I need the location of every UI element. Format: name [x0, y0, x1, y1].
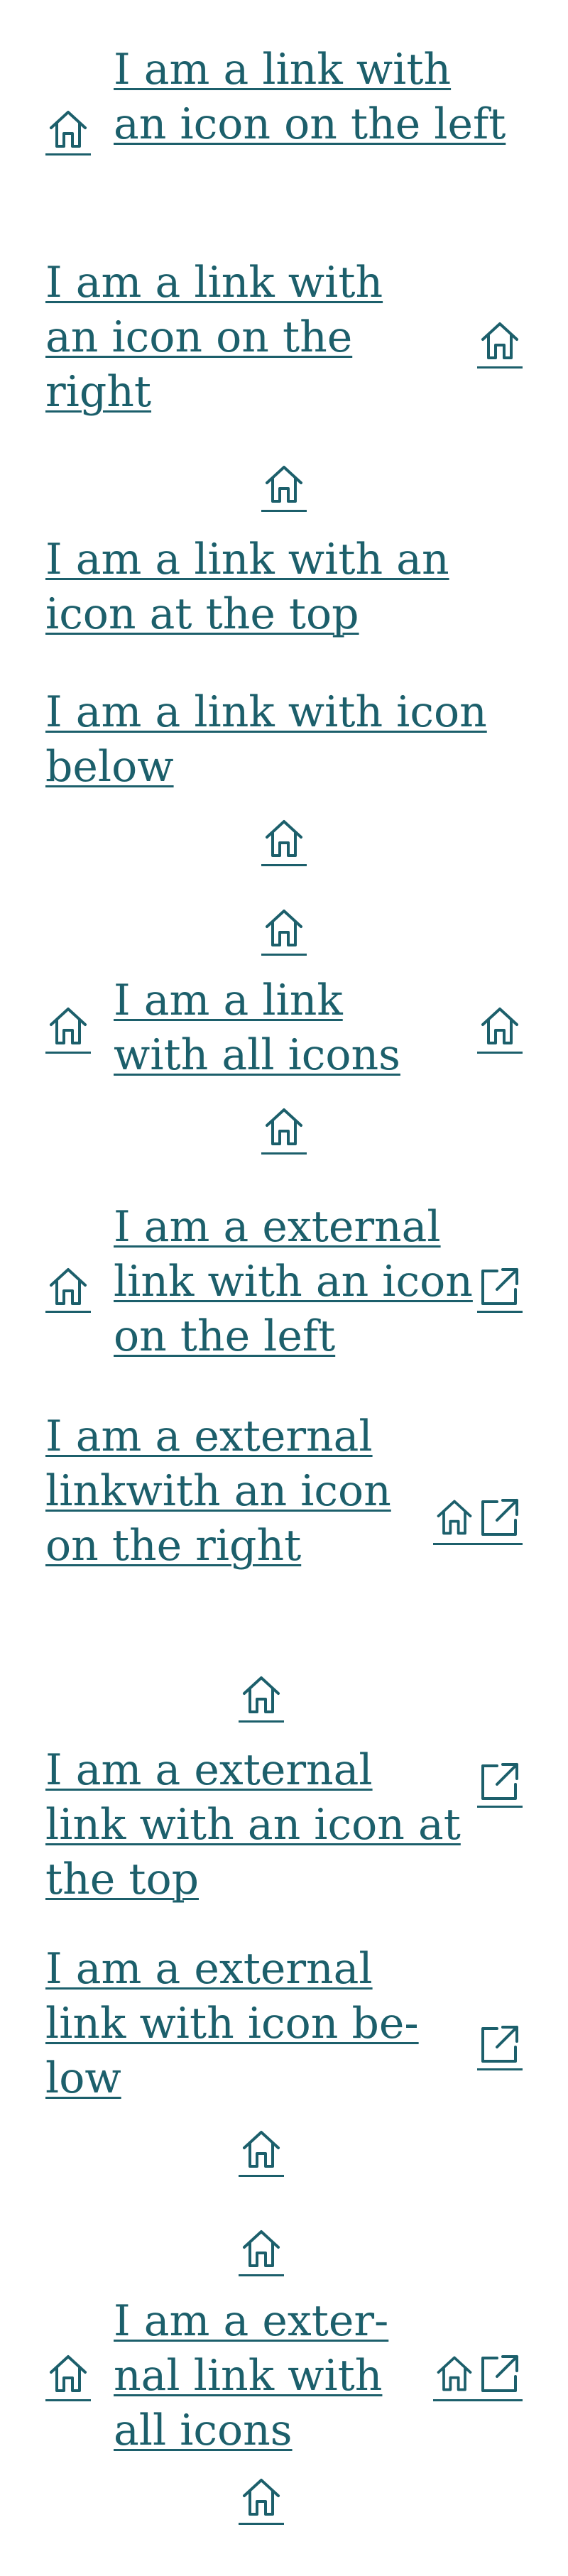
home-icon — [433, 2351, 476, 2396]
link-text: I am a link with all icons — [114, 976, 400, 1080]
home-icon — [45, 1003, 91, 1049]
home-icon — [261, 462, 307, 507]
external-link-icon-top[interactable]: I am a external link with an icon at the… — [45, 1672, 523, 1906]
external-link-icon — [477, 2351, 523, 2396]
external-link-icon — [477, 1759, 523, 1804]
external-link-icon-below[interactable]: I am a external link with icon be-low — [45, 1942, 523, 2190]
link-text: I am a external linkwith an icon on the … — [45, 1412, 391, 1571]
link-icon-right[interactable]: I am a link with an icon on the right — [45, 256, 523, 426]
link-text: I am a link with an icon on the left — [114, 45, 506, 149]
external-link-icon-right[interactable]: I am a external linkwith an icon on the … — [45, 1409, 523, 1637]
home-icon — [239, 2226, 284, 2271]
link-text: I am a external link with an icon on the… — [114, 1202, 473, 1361]
link-text: I am a external link with an icon at the… — [45, 1745, 461, 1904]
home-icon — [45, 107, 91, 152]
home-icon — [477, 318, 523, 364]
link-icon-left[interactable]: I am a link with an icon on the left — [45, 43, 523, 213]
link-all-icons[interactable]: I am a link with all icons — [45, 905, 523, 1161]
home-icon — [433, 1495, 476, 1540]
home-icon — [261, 1104, 307, 1150]
home-icon — [239, 2474, 284, 2520]
home-icon — [261, 816, 307, 861]
external-link-icon-left[interactable]: I am a external link with an icon on the… — [45, 1200, 523, 1370]
link-icon-below[interactable]: I am a link with icon below — [45, 685, 523, 870]
external-link-icon — [477, 2021, 523, 2067]
home-icon — [45, 1264, 91, 1309]
link-text: I am a link with an icon on the right — [45, 258, 383, 417]
home-icon — [45, 2351, 91, 2396]
link-text: I am a exter-nal link with all icons — [114, 2296, 389, 2455]
link-text: I am a link with an icon at the top — [45, 535, 449, 639]
home-icon — [477, 1003, 523, 1049]
external-link-all-icons[interactable]: I am a exter-nal link with all icons — [45, 2226, 523, 2538]
home-icon — [261, 905, 307, 951]
link-icon-top[interactable]: I am a link with an icon at the top — [45, 462, 523, 646]
home-icon — [239, 1672, 284, 1718]
home-icon — [239, 2127, 284, 2172]
link-text: I am a external link with icon be-low — [45, 1944, 419, 2103]
external-link-icon — [477, 1495, 523, 1540]
external-link-icon — [477, 1264, 523, 1309]
link-text: I am a link with icon below — [45, 687, 487, 792]
